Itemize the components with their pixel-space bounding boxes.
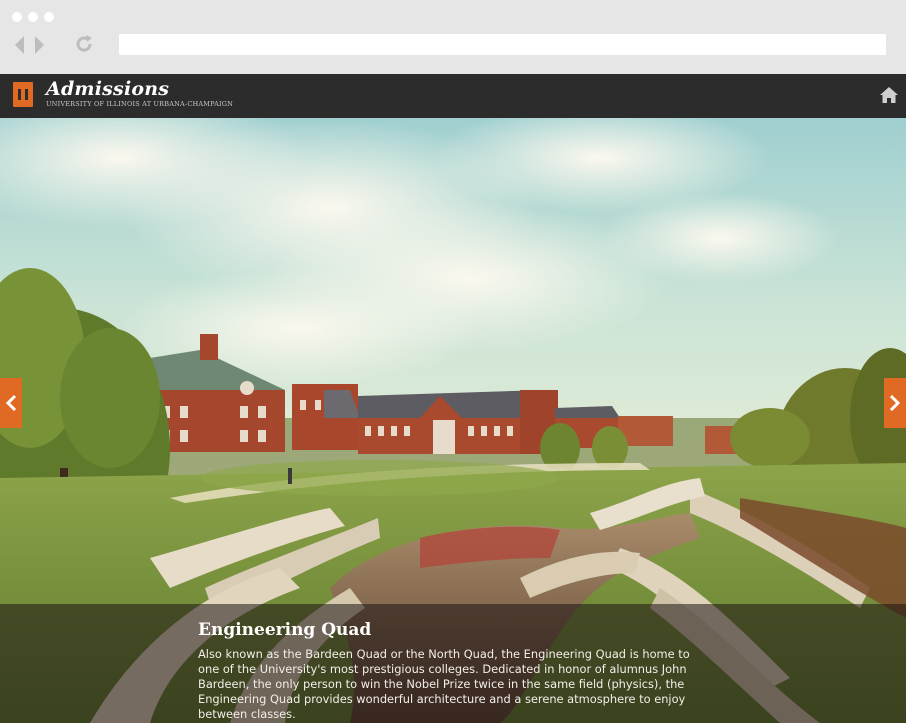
window-minimize-dot[interactable] — [28, 12, 38, 22]
next-slide-button[interactable] — [884, 378, 906, 428]
window-close-dot[interactable] — [12, 12, 22, 22]
slide-title: Engineering Quad — [198, 620, 372, 640]
address-bar[interactable] — [119, 34, 886, 55]
slide-description: Also known as the Bardeen Quad or the No… — [198, 647, 690, 721]
forward-arrow-icon[interactable] — [33, 34, 47, 56]
home-icon[interactable] — [879, 86, 899, 104]
chevron-right-icon — [889, 394, 901, 412]
site-subtitle: UNIVERSITY OF ILLINOIS AT URBANA-CHAMPAI… — [46, 100, 234, 108]
reload-icon[interactable] — [73, 33, 95, 55]
previous-slide-button[interactable] — [0, 378, 22, 428]
site-title[interactable]: Admissions — [46, 78, 169, 100]
window-maximize-dot[interactable] — [44, 12, 54, 22]
illinois-block-i-logo[interactable] — [13, 82, 33, 107]
chevron-left-icon — [5, 394, 17, 412]
back-arrow-icon[interactable] — [12, 34, 26, 56]
browser-toolbar — [0, 0, 906, 74]
